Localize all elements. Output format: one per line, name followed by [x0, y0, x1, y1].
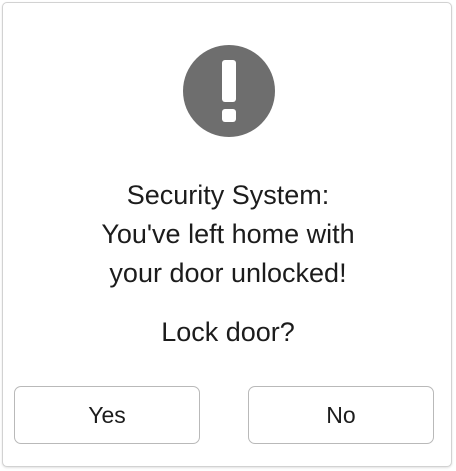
- alert-message: Security System: You've left home with y…: [0, 176, 456, 293]
- alert-message-line: Security System:: [126, 180, 330, 210]
- alert-message-line: You've left home with: [101, 219, 355, 249]
- alert-message-line: your door unlocked!: [109, 258, 347, 288]
- lock-door-question: Lock door?: [161, 317, 295, 347]
- exclamation-circle-icon: [183, 45, 275, 137]
- yes-button[interactable]: Yes: [14, 386, 200, 444]
- no-button[interactable]: No: [248, 386, 434, 444]
